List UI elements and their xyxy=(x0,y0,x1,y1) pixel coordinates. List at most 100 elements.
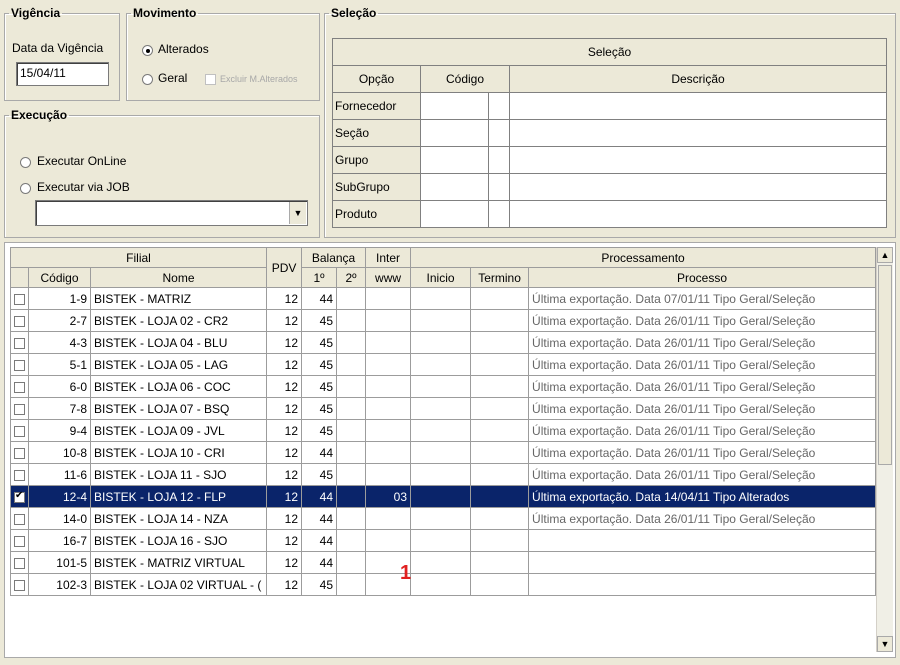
chevron-down-icon[interactable]: ▼ xyxy=(289,202,306,224)
vigencia-date-input[interactable]: 15/04/11 xyxy=(16,62,109,86)
row-checkbox[interactable] xyxy=(14,425,25,437)
table-row[interactable]: 5-1 BISTEK - LOJA 05 - LAG 12 45 Última expo… xyxy=(10,353,876,376)
cell-codigo: 102-3 xyxy=(28,573,91,596)
cell-pdv: 12 xyxy=(266,485,303,508)
cell-pdv: 12 xyxy=(266,551,303,574)
scroll-up-icon[interactable]: ▲ xyxy=(877,247,893,263)
cell-processo: Última exportação. Data 26/01/11 Tipo Ge… xyxy=(528,353,876,376)
table-row[interactable]: 101-5 BISTEK - MATRIZ VIRTUAL 12 44 xyxy=(10,551,876,574)
cell-check[interactable] xyxy=(10,529,29,552)
grupo-codigo-aux-cell[interactable] xyxy=(488,146,510,174)
cell-www xyxy=(365,441,412,464)
cell-check[interactable] xyxy=(10,375,29,398)
cell-termino xyxy=(470,507,530,530)
excluir-checkbox[interactable] xyxy=(205,74,216,85)
header-www: www xyxy=(365,267,412,288)
row-checkbox[interactable] xyxy=(14,447,25,459)
table-row[interactable]: 11-6 BISTEK - LOJA 11 - SJO 12 45 Última exp… xyxy=(10,463,876,486)
row-checkbox[interactable] xyxy=(14,293,25,305)
cell-balanca-1: 44 xyxy=(301,551,338,574)
cell-balanca-1: 45 xyxy=(301,419,338,442)
cell-pdv: 12 xyxy=(266,573,303,596)
grid-scrollbar[interactable]: ▲ ▼ xyxy=(876,247,893,652)
table-row[interactable]: 7-8 BISTEK - LOJA 07 - BSQ 12 45 Última expo… xyxy=(10,397,876,420)
cell-nome: BISTEK - LOJA 11 - SJO xyxy=(89,463,268,486)
row-checkbox[interactable] xyxy=(14,381,25,393)
cell-termino xyxy=(470,375,530,398)
cell-termino xyxy=(470,573,530,596)
cell-processo: Última exportação. Data 26/01/11 Tipo Ge… xyxy=(528,463,876,486)
produto-descricao-cell[interactable] xyxy=(509,200,887,228)
fornecedor-descricao-cell[interactable] xyxy=(509,92,887,120)
radio-alterados[interactable] xyxy=(142,45,153,56)
produto-codigo-cell[interactable] xyxy=(420,200,489,228)
secao-descricao-cell[interactable] xyxy=(509,119,887,147)
fornecedor-codigo-aux-cell[interactable] xyxy=(488,92,510,120)
cell-check[interactable] xyxy=(10,419,29,442)
cell-balanca-2 xyxy=(336,507,367,530)
annotation-marker: 1 xyxy=(400,562,412,584)
row-checkbox[interactable] xyxy=(14,315,25,327)
row-checkbox[interactable] xyxy=(14,337,25,349)
cell-check[interactable] xyxy=(10,441,29,464)
cell-inicio xyxy=(410,397,472,420)
secao-codigo-cell[interactable] xyxy=(420,119,489,147)
cell-inicio xyxy=(410,375,472,398)
filial-grid: Filial PDV Balança Inter Processamento C… xyxy=(9,247,876,596)
cell-check[interactable] xyxy=(10,331,29,354)
vigencia-label: Data da Vigência xyxy=(12,41,104,55)
row-checkbox[interactable] xyxy=(14,535,25,547)
radio-alterados-label: Alterados xyxy=(158,42,209,56)
table-row[interactable]: 16-7 BISTEK - LOJA 16 - SJO 12 44 xyxy=(10,529,876,552)
table-row[interactable]: 10-8 BISTEK - LOJA 10 - CRI 12 44 Última exp… xyxy=(10,441,876,464)
cell-www xyxy=(365,463,412,486)
cell-check[interactable] xyxy=(10,463,29,486)
cell-check[interactable] xyxy=(10,287,29,310)
row-checkbox[interactable] xyxy=(14,403,25,415)
radio-geral[interactable] xyxy=(142,74,153,85)
grupo-codigo-cell[interactable] xyxy=(420,146,489,174)
produto-codigo-aux-cell[interactable] xyxy=(488,200,510,228)
row-checkbox[interactable] xyxy=(14,490,25,503)
cell-check[interactable] xyxy=(10,485,29,508)
cell-processo: Última exportação. Data 26/01/11 Tipo Ge… xyxy=(528,309,876,332)
cell-inicio xyxy=(410,485,472,508)
cell-nome: BISTEK - LOJA 06 - COC xyxy=(89,375,268,398)
subgrupo-codigo-cell[interactable] xyxy=(420,173,489,201)
table-row[interactable]: 9-4 BISTEK - LOJA 09 - JVL 12 45 Última expo… xyxy=(10,419,876,442)
row-checkbox[interactable] xyxy=(14,469,25,481)
subgrupo-descricao-cell[interactable] xyxy=(509,173,887,201)
cell-check[interactable] xyxy=(10,353,29,376)
table-row[interactable]: 2-7 BISTEK - LOJA 02 - CR2 12 45 Última expo… xyxy=(10,309,876,332)
table-row[interactable]: 102-3 BISTEK - LOJA 02 VIRTUAL - (12 45 xyxy=(10,573,876,596)
cell-check[interactable] xyxy=(10,397,29,420)
cell-check[interactable] xyxy=(10,573,29,596)
cell-check[interactable] xyxy=(10,551,29,574)
radio-online[interactable] xyxy=(20,157,31,168)
table-row[interactable]: 1-9 BISTEK - MATRIZ 12 44 Última exportação.… xyxy=(10,287,876,310)
cell-check[interactable] xyxy=(10,507,29,530)
cell-inicio xyxy=(410,419,472,442)
cell-check[interactable] xyxy=(10,309,29,332)
scroll-thumb[interactable] xyxy=(878,265,892,465)
cell-inicio xyxy=(410,353,472,376)
subgrupo-codigo-aux-cell[interactable] xyxy=(488,173,510,201)
table-row[interactable]: 6-0 BISTEK - LOJA 06 - COC 12 45 Última expo… xyxy=(10,375,876,398)
fornecedor-codigo-cell[interactable] xyxy=(420,92,489,120)
grupo-descricao-cell[interactable] xyxy=(509,146,887,174)
job-combo[interactable]: ▼ xyxy=(35,200,308,226)
cell-balanca-2 xyxy=(336,397,367,420)
cell-inicio xyxy=(410,331,472,354)
table-row[interactable]: 4-3 BISTEK - LOJA 04 - BLU 12 45 Última expo… xyxy=(10,331,876,354)
row-checkbox[interactable] xyxy=(14,579,25,591)
col-opcao: Opção xyxy=(332,65,421,93)
radio-job[interactable] xyxy=(20,183,31,194)
secao-codigo-aux-cell[interactable] xyxy=(488,119,510,147)
table-row[interactable]: 14-0 BISTEK - LOJA 14 - NZA 12 44 Última exp… xyxy=(10,507,876,530)
scroll-down-icon[interactable]: ▼ xyxy=(877,636,893,652)
row-checkbox[interactable] xyxy=(14,557,25,569)
row-checkbox[interactable] xyxy=(14,359,25,371)
row-checkbox[interactable] xyxy=(14,513,25,525)
table-row[interactable]: 12-4BISTEK - LOJA 12 - FLP1244 03 Última e… xyxy=(10,485,876,508)
cell-balanca-1: 44 xyxy=(301,507,338,530)
